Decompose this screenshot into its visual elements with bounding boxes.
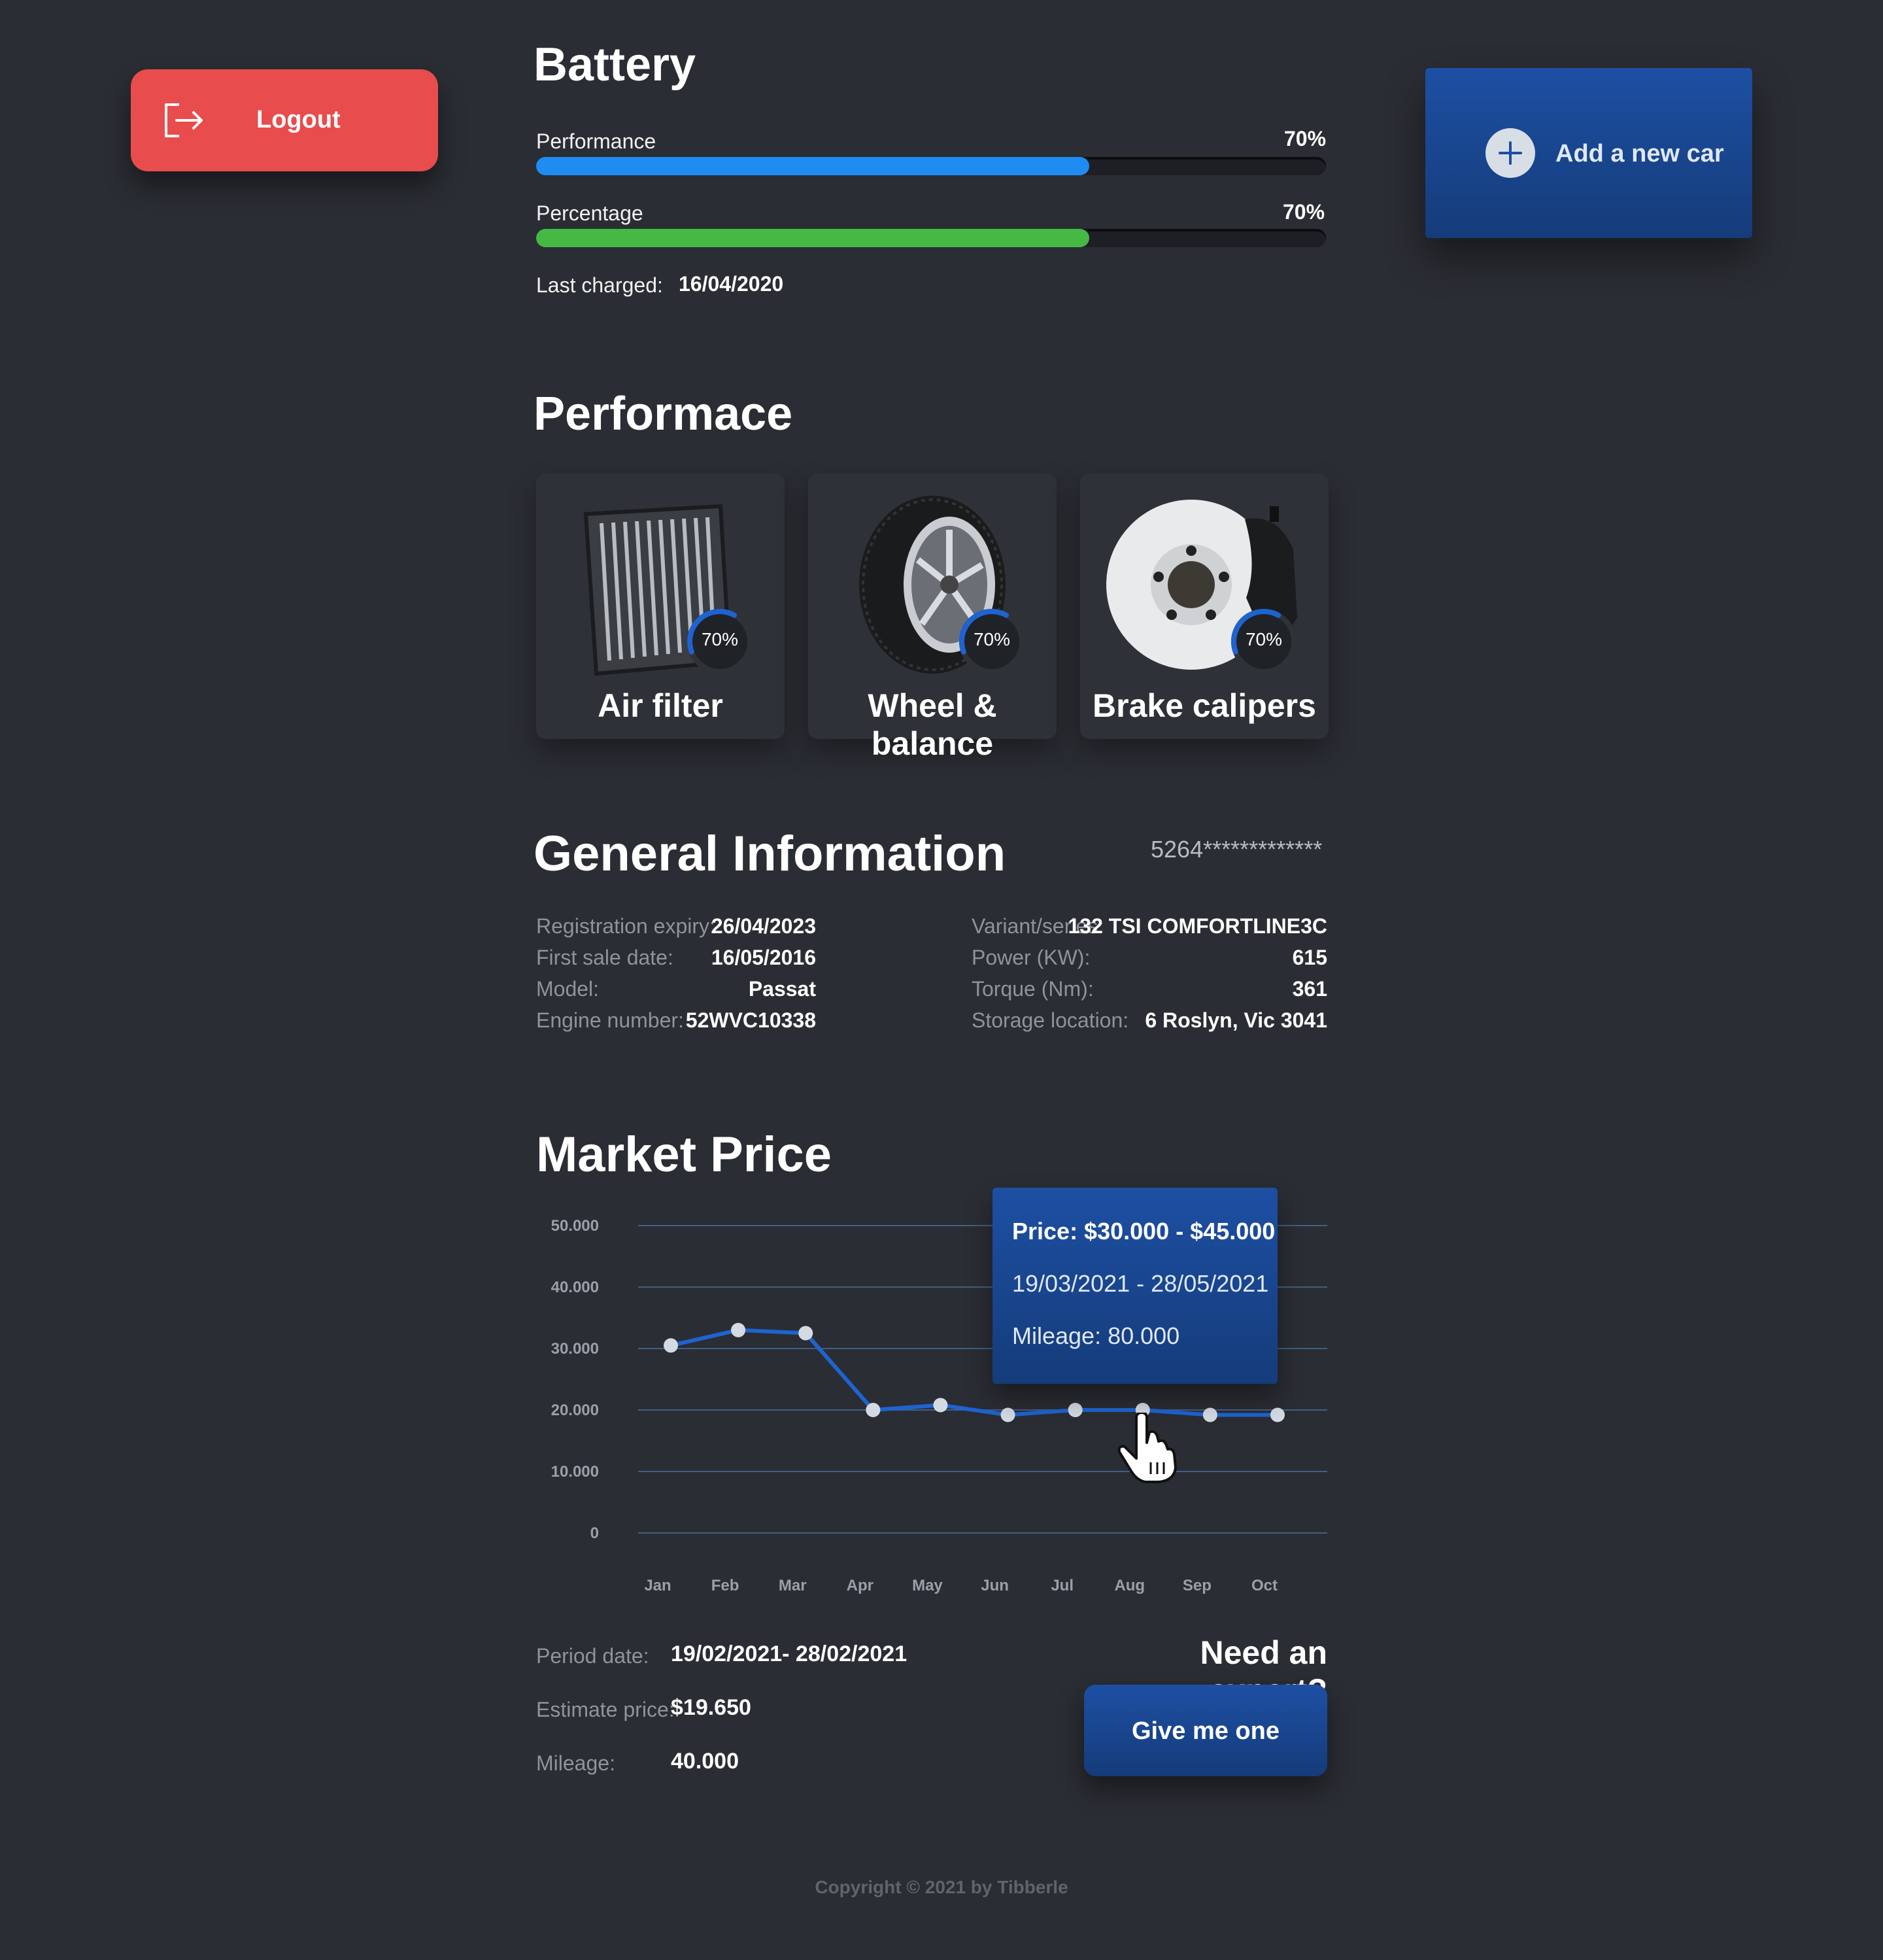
- give-me-one-label: Give me one: [1132, 1717, 1280, 1745]
- air-filter-gauge: 70%: [684, 606, 756, 678]
- x-tick-label: Sep: [1183, 1577, 1212, 1594]
- air-filter-card[interactable]: 70% Air filter: [536, 473, 785, 739]
- card-number: 5264*************: [1151, 836, 1323, 863]
- percentage-progress-fill: [536, 229, 1089, 247]
- x-tick-label: Aug: [1114, 1577, 1145, 1594]
- estimate-price-value: $19.650: [671, 1695, 751, 1720]
- price-data-point[interactable]: [798, 1326, 813, 1341]
- tooltip-mileage: Mileage: 80.000: [1012, 1322, 1180, 1349]
- info-row: Torque (Nm): 361: [972, 977, 1327, 1008]
- info-row: Storage location: 6 Roslyn, Vic 3041: [972, 1008, 1327, 1040]
- y-tick-label: 20.000: [551, 1401, 599, 1419]
- x-tick-label: Jul: [1051, 1577, 1074, 1594]
- y-tick-label: 0: [590, 1524, 599, 1542]
- wheel-balance-percent: 70%: [973, 629, 1011, 649]
- general-info-right: Variant/series: 132 TSI COMFORTLINE3C Po…: [972, 914, 1327, 1040]
- price-data-point[interactable]: [866, 1403, 881, 1417]
- market-price-title: Market Price: [536, 1127, 832, 1182]
- info-label: First sale date:: [536, 946, 673, 969]
- give-me-one-button[interactable]: Give me one: [1084, 1685, 1327, 1776]
- price-data-point[interactable]: [933, 1398, 948, 1413]
- price-data-point[interactable]: [1202, 1407, 1217, 1422]
- info-row: Model: Passat: [536, 977, 816, 1008]
- last-charged-value: 16/04/2020: [679, 272, 784, 296]
- price-data-point[interactable]: [1068, 1403, 1083, 1417]
- x-tick-label: Jun: [981, 1577, 1009, 1594]
- percentage-progress-bar: [536, 229, 1326, 247]
- info-row: Registration expiry: 26/04/2023: [536, 914, 816, 946]
- info-row: First sale date: 16/05/2016: [536, 946, 816, 977]
- battery-title: Battery: [534, 39, 696, 91]
- wheel-balance-title: Wheel & balance: [868, 687, 997, 762]
- plus-icon: [1485, 128, 1535, 178]
- performance-bar-label: Performance: [536, 129, 656, 153]
- general-info-left: Registration expiry: 26/04/2023 First sa…: [536, 914, 816, 1040]
- mileage-value: 40.000: [671, 1749, 739, 1774]
- performance-progress-fill: [536, 157, 1089, 175]
- x-tick-label: Feb: [711, 1577, 739, 1594]
- tooltip-price: Price: $30.000 - $45.000: [1012, 1218, 1276, 1245]
- info-value: 615: [1292, 946, 1327, 969]
- info-label: Registration expiry:: [536, 914, 715, 938]
- add-car-button[interactable]: Add a new car: [1425, 68, 1752, 238]
- wheel-balance-gauge: 70%: [956, 606, 1028, 678]
- info-row: Variant/series: 132 TSI COMFORTLINE3C: [972, 914, 1327, 946]
- wheel-balance-card[interactable]: 70% Wheel & balance: [808, 473, 1057, 762]
- tooltip-dates: 19/03/2021 - 28/05/2021: [1012, 1270, 1269, 1297]
- footer-copyright: Copyright © 2021 by Tibberle: [815, 1877, 1068, 1897]
- brake-calipers-gauge: 70%: [1228, 606, 1300, 678]
- percentage-bar-label: Percentage: [536, 201, 643, 225]
- performance-bar-value: 70%: [1284, 127, 1327, 150]
- info-value: Passat: [748, 977, 816, 1001]
- performance-progress-bar: [536, 157, 1326, 175]
- price-data-point[interactable]: [664, 1338, 678, 1353]
- info-label: Power (KW):: [972, 946, 1091, 969]
- logout-button[interactable]: Logout: [131, 69, 438, 171]
- info-value: 52WVC10338: [685, 1008, 816, 1032]
- air-filter-title: Air filter: [598, 687, 723, 724]
- info-label: Torque (Nm):: [972, 977, 1094, 1001]
- info-value: 16/05/2016: [711, 946, 816, 969]
- price-data-point[interactable]: [731, 1322, 746, 1337]
- period-date-value: 19/02/2021- 28/02/2021: [671, 1642, 908, 1666]
- x-tick-label: Apr: [847, 1577, 874, 1594]
- info-value: 361: [1292, 977, 1327, 1001]
- y-tick-label: 30.000: [551, 1340, 599, 1358]
- performance-title: Performace: [534, 388, 793, 440]
- info-label: Model:: [536, 977, 600, 1001]
- price-data-point[interactable]: [1270, 1407, 1285, 1422]
- y-tick-label: 10.000: [551, 1463, 599, 1481]
- brake-calipers-percent: 70%: [1245, 629, 1283, 649]
- x-tick-label: Mar: [779, 1577, 807, 1594]
- brake-calipers-card[interactable]: 70% Brake calipers: [1080, 473, 1329, 739]
- price-data-point[interactable]: [1000, 1407, 1015, 1422]
- x-tick-label: Oct: [1251, 1577, 1278, 1594]
- info-label: Engine number:: [536, 1008, 684, 1032]
- period-date-label: Period date:: [536, 1644, 649, 1668]
- percentage-bar-value: 70%: [1283, 200, 1325, 224]
- info-label: Storage location:: [972, 1008, 1129, 1032]
- info-row: Power (KW): 615: [972, 946, 1327, 977]
- air-filter-percent: 70%: [701, 629, 739, 649]
- x-tick-label: May: [912, 1577, 943, 1594]
- y-tick-label: 50.000: [551, 1217, 599, 1235]
- last-charged-label: Last charged:: [536, 273, 663, 297]
- general-info-title: General Information: [534, 826, 1006, 882]
- estimate-price-label: Estimate price:: [536, 1698, 675, 1721]
- x-tick-label: Jan: [644, 1577, 671, 1594]
- info-value: 26/04/2023: [711, 914, 816, 938]
- brake-calipers-title: Brake calipers: [1093, 687, 1316, 724]
- chart-tooltip: Price: $30.000 - $45.000 19/03/2021 - 28…: [992, 1188, 1278, 1384]
- info-row: Engine number: 52WVC10338: [536, 1008, 816, 1040]
- hand-cursor-icon: [1117, 1413, 1177, 1483]
- add-car-label: Add a new car: [1555, 140, 1724, 167]
- y-tick-label: 40.000: [551, 1279, 599, 1296]
- logout-label: Logout: [256, 106, 341, 133]
- info-value: 132 TSI COMFORTLINE3C: [1068, 914, 1328, 938]
- info-value: 6 Roslyn, Vic 3041: [1145, 1008, 1327, 1032]
- logout-icon: [165, 103, 203, 137]
- mileage-label: Mileage:: [536, 1751, 615, 1775]
